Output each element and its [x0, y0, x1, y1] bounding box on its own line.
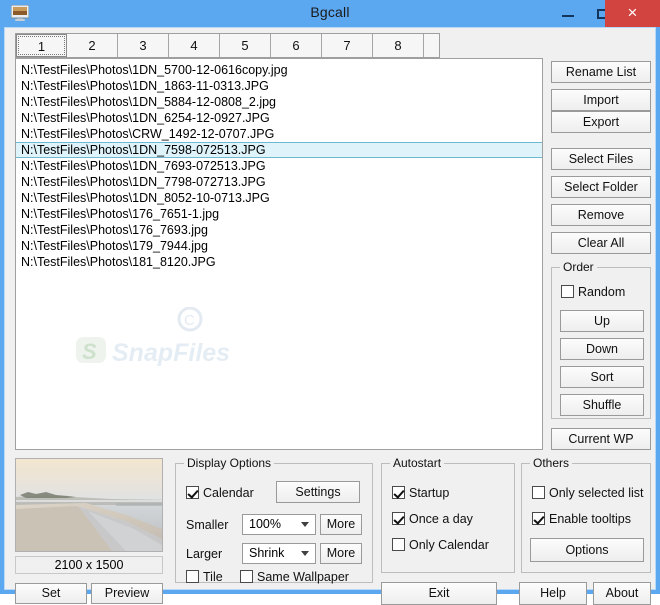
checkbox-box	[392, 486, 405, 499]
checkbox-label: Enable tooltips	[549, 512, 632, 526]
preview-panel: 2100 x 1500	[15, 458, 163, 582]
checkbox-label: Same Wallpaper	[257, 570, 349, 584]
list-item[interactable]: N:\TestFiles\Photos\1DN_7693-072513.JPG	[16, 158, 542, 174]
close-button[interactable]: ×	[605, 0, 660, 27]
checkbox-box	[532, 486, 545, 499]
smaller-more-button[interactable]: More	[320, 514, 362, 535]
others-group-title: Others	[530, 456, 573, 470]
checkbox-box	[186, 486, 199, 499]
autostart-group: Autostart Startup Once a day Only Calend…	[381, 456, 515, 573]
list-item[interactable]: N:\TestFiles\Photos\176_7693.jpg	[16, 222, 542, 238]
smaller-select[interactable]: 100%	[242, 514, 316, 535]
tab-2[interactable]: 2	[67, 34, 118, 57]
tab-4[interactable]: 4	[169, 34, 220, 57]
select-folder-button[interactable]: Select Folder	[551, 176, 651, 198]
tab-5[interactable]: 5	[220, 34, 271, 57]
tab-6[interactable]: 6	[271, 34, 322, 57]
larger-label: Larger	[186, 547, 223, 561]
checkbox-label: Only selected list	[549, 486, 644, 500]
display-options-title: Display Options	[184, 456, 275, 470]
list-tab-strip: 1 2 3 4 5 6 7 8	[15, 33, 440, 58]
checkbox-label: Calendar	[203, 486, 254, 500]
list-item[interactable]: N:\TestFiles\Photos\179_7944.jpg	[16, 238, 542, 254]
options-button[interactable]: Options	[530, 538, 644, 562]
checkbox-label: Startup	[409, 486, 450, 500]
tab-3[interactable]: 3	[118, 34, 169, 57]
title-bar: Bgcall ×	[0, 0, 660, 27]
larger-more-button[interactable]: More	[320, 543, 362, 564]
clear-all-button[interactable]: Clear All	[551, 232, 651, 254]
chevron-down-icon	[301, 551, 309, 556]
checkbox-box	[186, 570, 199, 583]
minimize-button[interactable]	[553, 0, 583, 27]
checkbox-label: Once a day	[409, 512, 473, 526]
checkbox-box	[240, 570, 253, 583]
export-button[interactable]: Export	[551, 111, 651, 133]
checkbox-box	[392, 512, 405, 525]
file-list[interactable]: N:\TestFiles\Photos\1DN_5700-12-0616copy…	[15, 58, 543, 450]
close-icon: ×	[627, 3, 638, 22]
settings-button[interactable]: Settings	[276, 481, 360, 503]
focus-rect	[18, 36, 65, 55]
display-options-group: Display Options Calendar Settings Smalle…	[175, 456, 373, 584]
list-item[interactable]: N:\TestFiles\Photos\CRW_1492-12-0707.JPG	[16, 126, 542, 142]
larger-select[interactable]: Shrink	[242, 543, 316, 564]
minimize-icon	[562, 15, 574, 17]
svg-text:S: S	[82, 339, 97, 364]
rename-list-button[interactable]: Rename List	[551, 61, 651, 83]
smaller-value: 100%	[249, 517, 281, 531]
wallpaper-thumbnail[interactable]	[15, 458, 163, 552]
select-files-button[interactable]: Select Files	[551, 148, 651, 170]
remove-button[interactable]: Remove	[551, 204, 651, 226]
smaller-label: Smaller	[186, 518, 229, 532]
checkbox-label: Random	[578, 285, 626, 299]
snapfiles-watermark: C S SnapFiles	[68, 306, 308, 387]
order-shuffle-button[interactable]: Shuffle	[560, 394, 644, 416]
list-item[interactable]: N:\TestFiles\Photos\1DN_5884-12-0808_2.j…	[16, 94, 542, 110]
checkbox-box	[561, 285, 574, 298]
checkbox-label: Tile	[203, 570, 223, 584]
list-item[interactable]: N:\TestFiles\Photos\1DN_7798-072713.JPG	[16, 174, 542, 190]
tab-8[interactable]: 8	[373, 34, 424, 57]
list-item[interactable]: N:\TestFiles\Photos\1DN_5700-12-0616copy…	[16, 62, 542, 78]
order-sort-button[interactable]: Sort	[560, 366, 644, 388]
order-up-button[interactable]: Up	[560, 310, 644, 332]
order-down-button[interactable]: Down	[560, 338, 644, 360]
autostart-group-title: Autostart	[390, 456, 445, 470]
list-item[interactable]: N:\TestFiles\Photos\1DN_1863-11-0313.JPG	[16, 78, 542, 94]
application-window: Bgcall × 1 2 3 4 5 6 7 8 N:\TestFiles\Ph…	[0, 0, 660, 605]
checkbox-box	[392, 538, 405, 551]
chevron-down-icon	[301, 522, 309, 527]
checkbox-label: Only Calendar	[409, 538, 489, 552]
order-group: Order Random Up Down Sort Shuffle	[551, 260, 651, 419]
list-item[interactable]: N:\TestFiles\Photos\1DN_8052-10-0713.JPG	[16, 190, 542, 206]
list-item[interactable]: N:\TestFiles\Photos\181_8120.JPG	[16, 254, 542, 270]
svg-text:C: C	[184, 312, 195, 329]
client-area: 1 2 3 4 5 6 7 8 N:\TestFiles\Photos\1DN_…	[4, 27, 656, 605]
list-item[interactable]: N:\TestFiles\Photos\1DN_6254-12-0927.JPG	[16, 110, 542, 126]
list-item[interactable]: N:\TestFiles\Photos\176_7651-1.jpg	[16, 206, 542, 222]
current-wp-button[interactable]: Current WP	[551, 428, 651, 450]
tab-1[interactable]: 1	[16, 34, 67, 57]
order-group-title: Order	[560, 260, 597, 274]
checkbox-box	[532, 512, 545, 525]
list-item-selected[interactable]: N:\TestFiles\Photos\1DN_7598-072513.JPG	[16, 142, 542, 158]
import-button[interactable]: Import	[551, 89, 651, 111]
others-group: Others Only selected list Enable tooltip…	[521, 456, 651, 573]
larger-value: Shrink	[249, 546, 285, 560]
image-dimensions-label: 2100 x 1500	[15, 556, 163, 574]
tab-7[interactable]: 7	[322, 34, 373, 57]
svg-text:SnapFiles: SnapFiles	[112, 339, 230, 367]
